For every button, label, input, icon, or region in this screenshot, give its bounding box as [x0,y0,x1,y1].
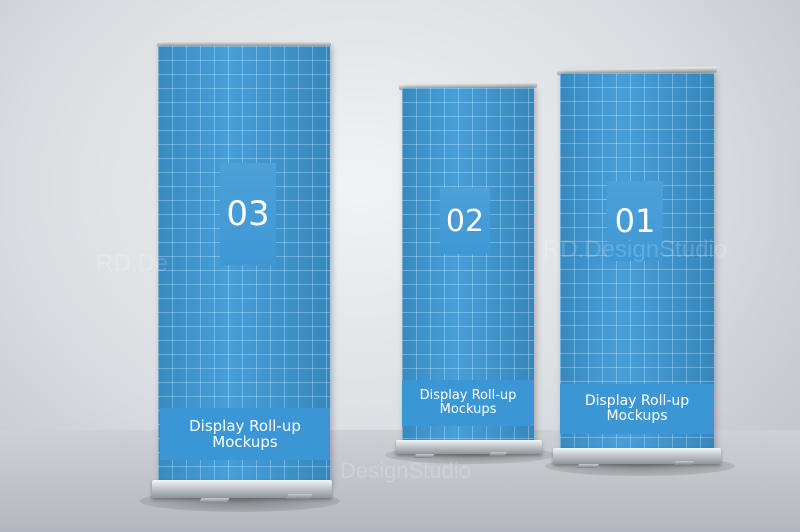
banner-caption-line1: Display Roll-up [584,392,690,409]
banner-caption-line1: Display Roll-up [189,416,301,435]
banner-foot-right [285,494,313,499]
banner-foot-left [576,464,600,468]
watermark-left: RD.De [96,250,169,277]
mockup-scene: 03 Display Roll-up Mockups 02 Display Ro… [0,0,800,532]
banner-caption-box: Display Roll-up Mockups [402,380,534,426]
banner-caption-line1: Display Roll-up [419,387,517,403]
banner-base [396,440,542,454]
banner-foot-left [198,498,230,503]
banner-caption-line2: Mockups [212,433,278,451]
banner-base [553,448,721,464]
banner-number: 01 [614,202,656,240]
banner-caption-line2: Mockups [606,408,668,424]
banner-number-box: 02 [440,188,490,254]
banner-number: 02 [445,203,485,239]
banner-caption-box: Display Roll-up Mockups [560,384,714,434]
banner-number: 03 [226,194,270,234]
banner-foot-right [488,452,508,456]
banner-caption-box: Display Roll-up Mockups [160,408,330,460]
watermark-bottom: DesignStudio [340,458,471,483]
watermark-right: RD.DesignStudio [543,236,728,263]
banner-caption-line2: Mockups [439,402,497,417]
banner-foot-right [673,461,695,465]
banner-number-box: 03 [220,163,276,265]
